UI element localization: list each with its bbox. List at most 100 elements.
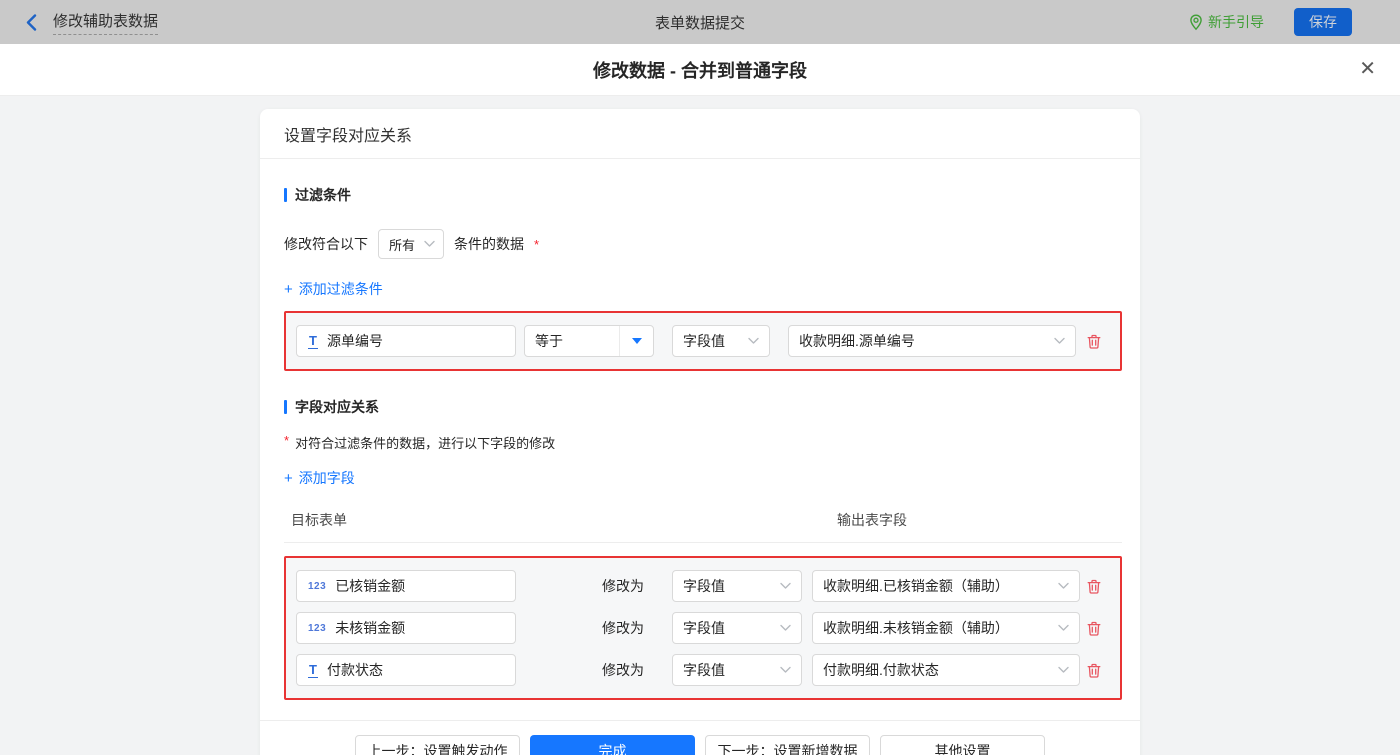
target-field-input[interactable]: 123 已核销金额: [296, 570, 516, 602]
target-field-value: 未核销金额: [335, 620, 406, 636]
modal-header: 修改数据 - 合并到普通字段 ✕: [0, 44, 1400, 96]
required-asterisk: *: [534, 236, 540, 252]
condition-value-type-value: 字段值: [683, 333, 725, 349]
operator-dropdown-button[interactable]: [619, 326, 653, 356]
mapping-row: 123 已核销金额 修改为 字段值 收款明细.已核销金额（辅助）: [296, 570, 1110, 602]
chevron-down-icon: [424, 240, 435, 248]
mapping-value-type-value: 字段值: [683, 620, 725, 636]
next-step-button[interactable]: 下一步：设置新增数据: [705, 735, 870, 755]
match-mode-value: 所有: [389, 237, 416, 253]
chevron-down-icon: [780, 624, 791, 632]
condition-operator-select[interactable]: 等于: [524, 325, 654, 357]
chevron-down-icon: [1058, 666, 1069, 674]
target-field-value: 付款状态: [326, 662, 383, 678]
text-type-icon: T: [308, 332, 318, 349]
mapping-value-select[interactable]: 收款明细.未核销金额（辅助）: [812, 612, 1080, 644]
target-form-column-header: 目标表单: [291, 512, 347, 528]
chevron-down-icon: [1058, 624, 1069, 632]
chevron-down-icon: [748, 337, 759, 345]
trash-icon: [1086, 620, 1102, 637]
location-pin-icon: [1189, 13, 1203, 31]
mapping-section-title-text: 字段对应关系: [295, 399, 379, 415]
back-button[interactable]: [26, 13, 37, 31]
condition-operator-value: 等于: [535, 333, 563, 349]
match-mode-select[interactable]: 所有: [378, 229, 444, 259]
filled-caret-down-icon: [631, 338, 642, 344]
mapping-value-type-select[interactable]: 字段值: [672, 612, 802, 644]
section-title-bar: [284, 188, 287, 202]
mapping-value-value: 收款明细.未核销金额（辅助）: [823, 620, 1009, 636]
field-mapping-highlight-box: 123 已核销金额 修改为 字段值 收款明细.已核销金额（辅助） 123 未核销…: [284, 556, 1122, 700]
close-icon[interactable]: ✕: [1359, 58, 1376, 80]
plus-icon: +: [284, 469, 293, 487]
filter-section: 过滤条件 修改符合以下 所有 条件的数据 * + 添加过滤条件 T 源单编号 等…: [260, 185, 1140, 371]
chevron-down-icon: [1058, 582, 1069, 590]
modify-to-label: 修改为: [602, 620, 644, 636]
target-field-input[interactable]: T 付款状态: [296, 654, 516, 686]
match-prefix-label: 修改符合以下: [284, 236, 368, 252]
flow-node-title[interactable]: 修改辅助表数据: [53, 10, 159, 35]
target-field-input[interactable]: 123 未核销金额: [296, 612, 516, 644]
target-field-value: 已核销金额: [335, 578, 406, 594]
delete-mapping-button[interactable]: [1086, 662, 1102, 679]
required-asterisk: *: [284, 433, 290, 448]
mapping-value-type-value: 字段值: [683, 662, 725, 678]
filter-section-title: 过滤条件: [284, 185, 1122, 205]
output-field-column-header: 输出表字段: [837, 512, 907, 528]
mapping-row: T 付款状态 修改为 字段值 付款明细.付款状态: [296, 654, 1110, 686]
number-type-icon: 123: [308, 580, 327, 592]
mapping-description: 对符合过滤条件的数据，进行以下字段的修改: [295, 436, 556, 451]
add-filter-condition-label: 添加过滤条件: [298, 281, 383, 297]
mapping-value-select[interactable]: 付款明细.付款状态: [812, 654, 1080, 686]
beginner-guide-link[interactable]: 新手引导: [1189, 12, 1264, 32]
delete-mapping-button[interactable]: [1086, 620, 1102, 637]
done-button[interactable]: 完成: [530, 735, 695, 755]
delete-condition-button[interactable]: [1086, 333, 1102, 350]
chevron-down-icon: [1054, 337, 1065, 345]
condition-field-value: 源单编号: [326, 333, 383, 349]
mapping-row: 123 未核销金额 修改为 字段值 收款明细.未核销金额（辅助）: [296, 612, 1110, 644]
mapping-section-title: 字段对应关系: [284, 397, 1122, 417]
text-type-icon: T: [308, 661, 318, 678]
card-header-title: 设置字段对应关系: [260, 109, 1140, 159]
filter-section-title-text: 过滤条件: [295, 187, 351, 203]
condition-value-select[interactable]: 收款明细.源单编号: [788, 325, 1076, 357]
mapping-value-type-select[interactable]: 字段值: [672, 654, 802, 686]
add-field-link[interactable]: + 添加字段: [284, 468, 355, 488]
filter-condition-highlight-box: T 源单编号 等于 字段值 收款明细.源单编号: [284, 311, 1122, 371]
modify-to-label: 修改为: [602, 578, 644, 594]
page-title: 表单数据提交: [654, 14, 746, 32]
mapping-table-header: 目标表单 输出表字段: [284, 510, 1122, 543]
mapping-value-type-value: 字段值: [683, 578, 725, 594]
condition-field-input[interactable]: T 源单编号: [296, 325, 516, 357]
trash-icon: [1086, 333, 1102, 350]
match-suffix-label: 条件的数据: [454, 236, 524, 252]
filter-match-row: 修改符合以下 所有 条件的数据 *: [284, 229, 1122, 259]
top-bar: 修改辅助表数据 表单数据提交 新手引导 保存: [0, 0, 1400, 44]
field-mapping-card: 设置字段对应关系 过滤条件 修改符合以下 所有 条件的数据 * + 添加过滤条件…: [260, 109, 1140, 755]
section-title-bar: [284, 400, 287, 414]
delete-mapping-button[interactable]: [1086, 578, 1102, 595]
mapping-description-row: * 对符合过滤条件的数据，进行以下字段的修改: [284, 433, 1122, 452]
add-field-label: 添加字段: [298, 470, 355, 486]
mapping-value-select[interactable]: 收款明细.已核销金额（辅助）: [812, 570, 1080, 602]
add-filter-condition-link[interactable]: + 添加过滤条件: [284, 279, 383, 299]
chevron-down-icon: [780, 666, 791, 674]
save-button[interactable]: 保存: [1294, 8, 1352, 36]
condition-value-type-select[interactable]: 字段值: [672, 325, 770, 357]
prev-step-button[interactable]: 上一步：设置触发动作: [355, 735, 520, 755]
modal-title: 修改数据 - 合并到普通字段: [593, 60, 807, 81]
trash-icon: [1086, 578, 1102, 595]
other-settings-button[interactable]: 其他设置: [880, 735, 1045, 755]
number-type-icon: 123: [308, 622, 327, 634]
modal-body: 设置字段对应关系 过滤条件 修改符合以下 所有 条件的数据 * + 添加过滤条件…: [0, 96, 1400, 755]
trash-icon: [1086, 662, 1102, 679]
mapping-value-value: 付款明细.付款状态: [823, 662, 939, 678]
chevron-left-icon: [26, 13, 37, 31]
filter-condition-row: T 源单编号 等于 字段值 收款明细.源单编号: [296, 325, 1110, 357]
plus-icon: +: [284, 280, 293, 298]
mapping-value-type-select[interactable]: 字段值: [672, 570, 802, 602]
card-footer: 上一步：设置触发动作 完成 下一步：设置新增数据 其他设置: [260, 720, 1140, 755]
beginner-guide-label: 新手引导: [1208, 14, 1264, 30]
mapping-section: 字段对应关系 * 对符合过滤条件的数据，进行以下字段的修改 + 添加字段 目标表…: [260, 397, 1140, 700]
